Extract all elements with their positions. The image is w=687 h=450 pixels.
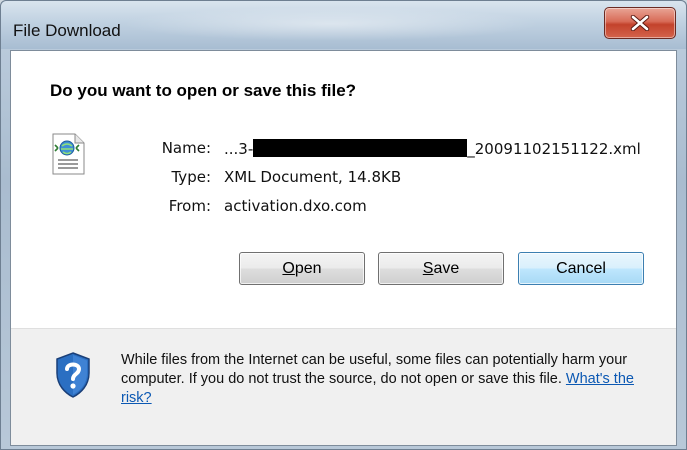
footer-panel: While files from the Internet can be use…: [11, 329, 676, 445]
close-icon: [630, 15, 650, 31]
window-title: File Download: [13, 21, 121, 40]
type-value: XML Document, 14.8KB: [224, 168, 402, 186]
file-name-suffix: _20091102151122.xml: [467, 140, 641, 158]
redaction-bar: [253, 139, 468, 157]
save-label: ave: [433, 260, 460, 277]
name-label: Name:: [161, 139, 211, 157]
cancel-button[interactable]: Cancel: [518, 252, 644, 285]
dialog-question: Do you want to open or save this file?: [50, 81, 357, 100]
save-button[interactable]: Save: [378, 252, 504, 285]
open-mnemonic: O: [282, 260, 295, 277]
open-button[interactable]: Open: [239, 252, 365, 285]
file-name-prefix: ...3-: [224, 140, 254, 158]
security-warning: While files from the Internet can be use…: [121, 351, 661, 408]
file-name-value: ...3- _20091102151122.xml: [224, 139, 641, 158]
type-label: Type:: [171, 168, 211, 186]
open-label: pen: [294, 260, 322, 277]
save-mnemonic: S: [422, 260, 434, 277]
from-value: activation.dxo.com: [224, 197, 367, 215]
shield-question-icon: [56, 352, 90, 398]
close-button[interactable]: [604, 7, 676, 39]
warning-text: While files from the Internet can be use…: [121, 352, 628, 387]
file-download-window: File Download Do you want to open or sav…: [0, 0, 687, 450]
dialog-body: Do you want to open or save this file? N…: [10, 50, 677, 446]
title-bar[interactable]: File Download: [1, 1, 686, 49]
from-label: From:: [168, 197, 211, 215]
